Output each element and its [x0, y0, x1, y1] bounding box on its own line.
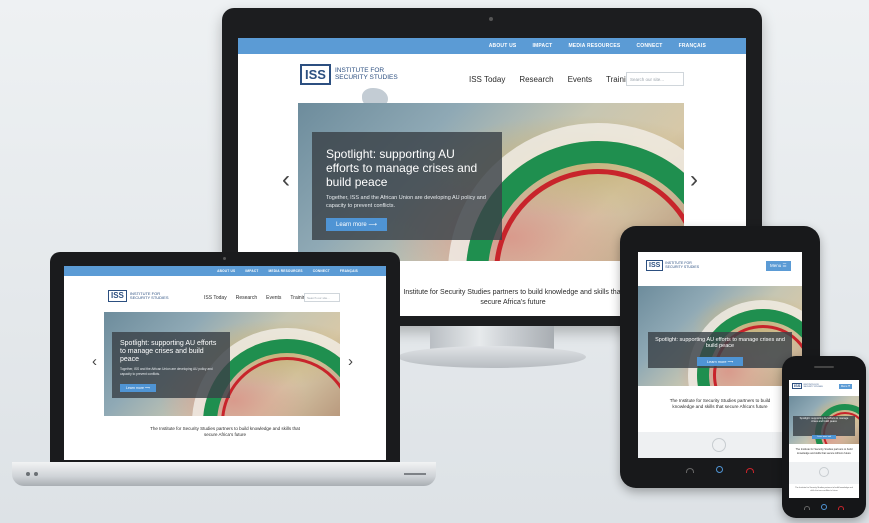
hero-carousel: Spotlight: supporting AU efforts to mana…	[638, 286, 802, 386]
laptop-slot	[404, 473, 426, 475]
laptop-led	[34, 472, 38, 476]
logo-text: INSTITUTE FOR SECURITY STUDIES	[665, 260, 700, 269]
hero-carousel: Spotlight: supporting AU efforts to mana…	[104, 312, 340, 416]
top-navigation: ABOUT US IMPACT MEDIA RESOURCES CONNECT …	[64, 266, 386, 276]
mainnav-research[interactable]: Research	[236, 295, 257, 301]
network-icon	[819, 467, 829, 477]
nav-connect[interactable]: CONNECT	[636, 43, 662, 49]
learn-more-button[interactable]: Learn more ⟶	[812, 434, 836, 439]
laptop-screen: ABOUT US IMPACT MEDIA RESOURCES CONNECT …	[64, 266, 386, 460]
site-logo[interactable]: ISS INSTITUTE FOR SECURITY STUDIES	[300, 64, 398, 108]
phone-recent-icon[interactable]	[838, 506, 844, 510]
menu-button[interactable]: Menu ☰	[766, 261, 791, 271]
mainnav-iss-today[interactable]: ISS Today	[204, 295, 227, 301]
main-navigation: ISS Today Research Events Training	[469, 75, 635, 84]
learn-more-button[interactable]: Learn more ⟶	[697, 356, 743, 366]
laptop-camera	[223, 257, 226, 260]
nav-about-us[interactable]: ABOUT US	[489, 43, 517, 49]
site-logo[interactable]: ISS INSTITUTE FOR SECURITY STUDIES	[792, 383, 823, 389]
tagline: The Institute for Security Studies partn…	[150, 426, 300, 438]
mainnav-iss-today[interactable]: ISS Today	[469, 75, 505, 84]
logo-text: INSTITUTE FOR SECURITY STUDIES	[803, 383, 823, 388]
logo-abbr: ISS	[108, 290, 127, 302]
hero-carousel: Spotlight: supporting AU efforts to mana…	[789, 396, 859, 444]
network-icon	[712, 438, 726, 452]
search-input[interactable]: Search our site...	[626, 72, 684, 86]
nav-media-resources[interactable]: MEDIA RESOURCES	[568, 43, 620, 49]
spotlight-panel: Spotlight: supporting AU efforts to mana…	[648, 332, 792, 368]
nav-media-resources[interactable]: MEDIA RESOURCES	[269, 269, 303, 273]
site-logo[interactable]: ISS INSTITUTE FOR SECURITY STUDIES	[646, 260, 699, 271]
mainnav-research[interactable]: Research	[519, 75, 553, 84]
menu-button[interactable]: Menu ☰	[839, 384, 853, 389]
spotlight-title: Spotlight: supporting AU efforts to mana…	[326, 147, 478, 189]
carousel-next-icon[interactable]: ›	[690, 168, 698, 192]
laptop-frame: ABOUT US IMPACT MEDIA RESOURCES CONNECT …	[50, 252, 400, 466]
spotlight-description: Together, ISS and the African Union are …	[120, 367, 213, 376]
tagline: The Institute for Security Studies partn…	[795, 448, 853, 455]
phone-footer-text: The Institute for Security Studies partn…	[795, 487, 853, 492]
nav-francais[interactable]: FRANÇAIS	[340, 269, 358, 273]
spotlight-panel: Spotlight: supporting AU efforts to mana…	[112, 332, 230, 398]
carousel-next-icon[interactable]: ›	[348, 354, 353, 369]
tablet-recent-icon[interactable]	[746, 468, 754, 473]
main-navigation: ISS Today Research Events Training	[204, 295, 308, 301]
spotlight-title: Spotlight: supporting AU efforts to mana…	[799, 417, 849, 423]
mainnav-events[interactable]: Events	[266, 295, 281, 301]
phone-home-icon[interactable]	[821, 504, 827, 510]
mainnav-events[interactable]: Events	[568, 75, 592, 84]
spotlight-title: Spotlight: supporting AU efforts to mana…	[120, 340, 217, 364]
laptop: ABOUT US IMPACT MEDIA RESOURCES CONNECT …	[12, 252, 436, 492]
phone: ISS INSTITUTE FOR SECURITY STUDIES Menu …	[782, 356, 866, 518]
tablet-home-icon[interactable]	[716, 466, 723, 473]
spotlight-title: Spotlight: supporting AU efforts to mana…	[655, 337, 785, 350]
learn-more-button[interactable]: Learn more ⟶	[120, 384, 156, 393]
carousel-prev-icon[interactable]: ‹	[282, 168, 290, 192]
tagline: The Institute for Security Studies partn…	[669, 398, 771, 410]
spotlight-panel: Spotlight: supporting AU efforts to mana…	[312, 132, 502, 240]
spotlight-panel: Spotlight: supporting AU efforts to mana…	[793, 416, 855, 439]
search-input[interactable]: Search our site...	[304, 293, 340, 302]
tablet-back-icon[interactable]	[686, 468, 694, 473]
spotlight-description: Together, ISS and the African Union are …	[326, 195, 486, 210]
learn-more-button[interactable]: Learn more ⟶	[326, 218, 387, 232]
nav-impact[interactable]: IMPACT	[532, 43, 552, 49]
phone-speaker	[814, 366, 834, 368]
carousel-prev-icon[interactable]: ‹	[92, 354, 97, 369]
laptop-base	[12, 462, 436, 486]
logo-abbr: ISS	[300, 64, 331, 85]
nav-francais[interactable]: FRANÇAIS	[679, 43, 706, 49]
icon-strip	[789, 462, 859, 484]
logo-text: INSTITUTE FOR SECURITY STUDIES	[334, 66, 398, 81]
logo-abbr: ISS	[646, 260, 664, 271]
logo-abbr: ISS	[792, 383, 803, 389]
nav-impact[interactable]: IMPACT	[245, 269, 258, 273]
phone-screen: ISS INSTITUTE FOR SECURITY STUDIES Menu …	[789, 380, 859, 498]
imac-camera	[489, 17, 493, 21]
site-logo[interactable]: ISS INSTITUTE FOR SECURITY STUDIES	[108, 290, 169, 302]
nav-about-us[interactable]: ABOUT US	[217, 269, 235, 273]
laptop-led	[26, 472, 30, 476]
logo-text: INSTITUTE FOR SECURITY STUDIES	[129, 290, 169, 300]
phone-back-icon[interactable]	[804, 506, 810, 510]
icon-strip	[638, 432, 802, 458]
top-navigation: ABOUT US IMPACT MEDIA RESOURCES CONNECT …	[238, 38, 746, 54]
tablet-screen: ISS INSTITUTE FOR SECURITY STUDIES Menu …	[638, 252, 802, 458]
nav-connect[interactable]: CONNECT	[313, 269, 330, 273]
